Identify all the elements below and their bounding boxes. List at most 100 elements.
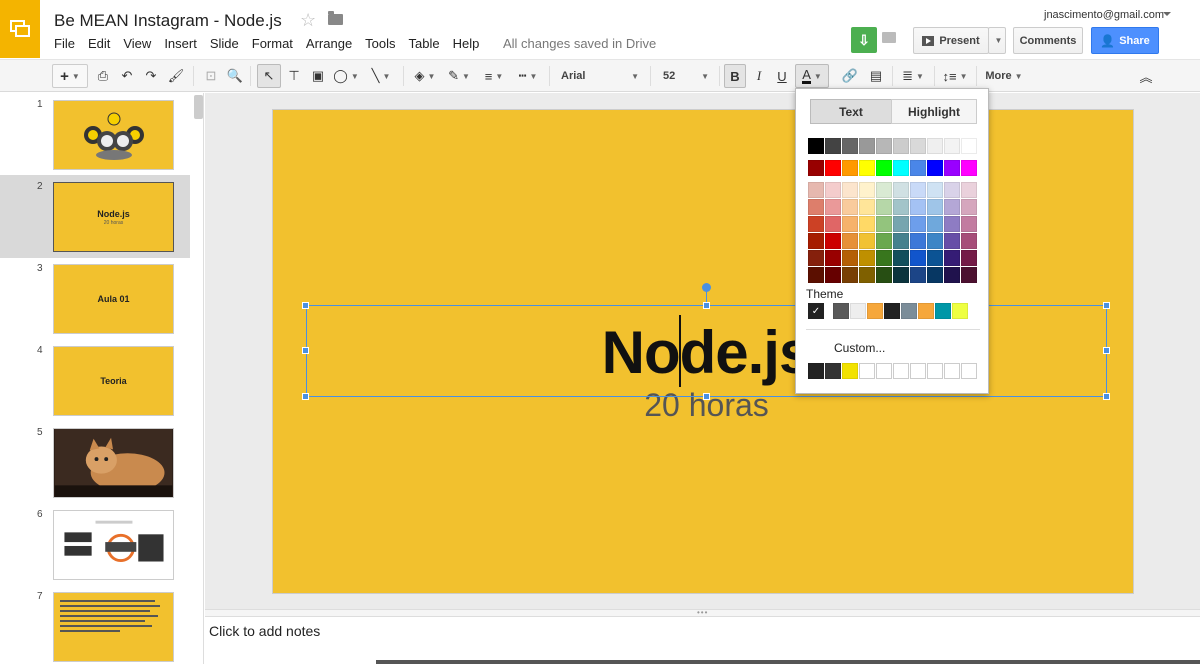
comment-icon[interactable]: ▤ <box>866 64 886 88</box>
line-icon[interactable]: ╲ ▼ <box>366 64 396 88</box>
chat-icon[interactable] <box>882 32 896 43</box>
filmstrip-scrollbar[interactable] <box>194 95 203 119</box>
theme-color-swatch[interactable] <box>901 303 917 319</box>
color-swatch[interactable] <box>961 199 977 215</box>
color-swatch[interactable] <box>927 250 943 266</box>
font-size-select[interactable]: 52 ▼ <box>658 64 714 88</box>
border-weight-icon[interactable]: ≡ ▼ <box>479 64 509 88</box>
font-family-select[interactable]: Arial ▼ <box>556 64 644 88</box>
color-swatch[interactable] <box>859 216 875 232</box>
image-icon[interactable]: ▣ <box>308 64 328 88</box>
line-spacing-icon[interactable]: ↕≡ ▼ <box>940 64 970 88</box>
comments-button[interactable]: Comments <box>1013 27 1083 54</box>
color-swatch[interactable] <box>825 216 841 232</box>
color-swatch[interactable] <box>876 216 892 232</box>
color-swatch[interactable] <box>842 233 858 249</box>
color-swatch[interactable] <box>927 182 943 198</box>
color-swatch[interactable] <box>808 233 824 249</box>
slide-thumbnail-7[interactable]: 7 <box>0 585 190 664</box>
theme-color-swatch[interactable] <box>867 303 883 319</box>
resize-handle-top-left[interactable] <box>302 302 309 309</box>
color-swatch[interactable] <box>808 182 824 198</box>
color-swatch[interactable] <box>825 182 841 198</box>
color-swatch[interactable] <box>927 216 943 232</box>
print-icon[interactable]: ⎙ <box>94 64 112 88</box>
color-swatch[interactable] <box>825 250 841 266</box>
color-swatch[interactable] <box>927 138 943 154</box>
underline-button[interactable]: U <box>773 64 791 88</box>
slide-thumbnail-3[interactable]: 3 Aula 01 <box>0 257 190 339</box>
color-swatch[interactable] <box>910 216 926 232</box>
color-swatch[interactable] <box>859 138 875 154</box>
color-swatch[interactable] <box>808 199 824 215</box>
paint-format-icon[interactable]: 🖌 <box>166 64 186 88</box>
color-swatch[interactable] <box>859 160 875 176</box>
recent-color-swatch[interactable] <box>825 363 841 379</box>
menu-help[interactable]: Help <box>453 36 480 51</box>
collapse-chevron-up-icon[interactable]: ︽ <box>1136 64 1156 88</box>
color-swatch[interactable] <box>893 267 909 283</box>
document-title[interactable]: Be MEAN Instagram - Node.js <box>54 11 282 31</box>
bold-button[interactable]: B <box>724 64 746 88</box>
align-icon[interactable]: ≣ ▼ <box>898 64 928 88</box>
resize-handle-bottom-right[interactable] <box>1103 393 1110 400</box>
color-swatch[interactable] <box>842 250 858 266</box>
zoom-fit-icon[interactable]: ⊡ <box>200 64 222 88</box>
text-box-icon[interactable]: ⊤ <box>284 64 304 88</box>
color-swatch[interactable] <box>893 182 909 198</box>
color-swatch[interactable] <box>859 233 875 249</box>
color-swatch[interactable] <box>876 267 892 283</box>
border-dash-icon[interactable]: ┅ ▼ <box>513 64 543 88</box>
color-swatch[interactable] <box>927 233 943 249</box>
color-swatch[interactable] <box>893 199 909 215</box>
color-swatch[interactable] <box>910 267 926 283</box>
drag-handle-icon[interactable]: ••• <box>697 608 708 617</box>
present-options-button[interactable]: ▼ <box>988 27 1006 54</box>
color-swatch[interactable] <box>825 138 841 154</box>
theme-color-swatch[interactable] <box>833 303 849 319</box>
account-chevron-down-icon[interactable] <box>1163 12 1171 16</box>
color-swatch[interactable] <box>944 250 960 266</box>
menu-table[interactable]: Table <box>409 36 440 51</box>
color-swatch[interactable] <box>910 250 926 266</box>
slide-thumbnail-1[interactable]: 1 <box>0 93 190 175</box>
redo-icon[interactable]: ↷ <box>142 64 160 88</box>
extension-icon[interactable]: ⇩ <box>851 27 877 53</box>
color-swatch[interactable] <box>876 182 892 198</box>
theme-color-swatch[interactable] <box>935 303 951 319</box>
color-swatch[interactable] <box>944 233 960 249</box>
color-swatch[interactable] <box>961 182 977 198</box>
new-slide-button[interactable]: + ▼ <box>52 64 88 88</box>
color-swatch[interactable] <box>808 267 824 283</box>
theme-color-swatch[interactable] <box>952 303 968 319</box>
color-swatch[interactable] <box>893 160 909 176</box>
color-swatch[interactable] <box>859 182 875 198</box>
color-swatch[interactable] <box>944 216 960 232</box>
theme-color-swatch[interactable] <box>884 303 900 319</box>
color-swatch[interactable] <box>808 160 824 176</box>
color-swatch[interactable] <box>961 138 977 154</box>
share-button[interactable]: 👤 Share <box>1091 27 1159 54</box>
color-swatch[interactable] <box>842 160 858 176</box>
color-swatch[interactable] <box>961 233 977 249</box>
present-button[interactable]: Present <box>913 27 989 54</box>
color-swatch[interactable] <box>961 216 977 232</box>
color-swatch[interactable] <box>944 267 960 283</box>
color-swatch[interactable] <box>893 250 909 266</box>
color-swatch[interactable] <box>825 160 841 176</box>
menu-tools[interactable]: Tools <box>365 36 395 51</box>
color-swatch[interactable] <box>808 250 824 266</box>
resize-handle-top[interactable] <box>703 302 710 309</box>
border-color-icon[interactable]: ✎ ▼ <box>445 64 473 88</box>
slides-logo-icon[interactable] <box>0 0 40 58</box>
menu-format[interactable]: Format <box>252 36 293 51</box>
menu-arrange[interactable]: Arrange <box>306 36 352 51</box>
color-swatch[interactable] <box>808 216 824 232</box>
color-swatch[interactable] <box>825 199 841 215</box>
color-swatch[interactable] <box>910 182 926 198</box>
color-swatch[interactable] <box>842 138 858 154</box>
color-tab-highlight[interactable]: Highlight <box>891 99 977 124</box>
color-swatch[interactable] <box>910 199 926 215</box>
account-email[interactable]: jnascimento@gmail.com <box>1044 9 1164 21</box>
color-swatch[interactable] <box>927 199 943 215</box>
